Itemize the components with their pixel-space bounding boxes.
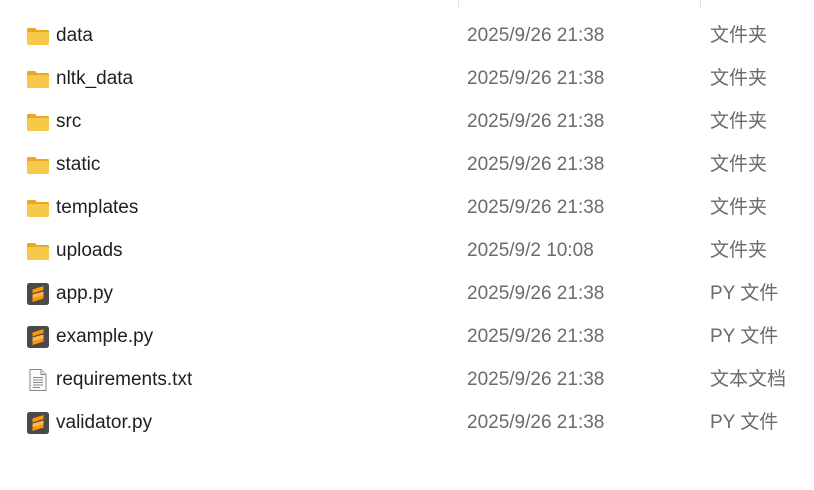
file-modified-date: 2025/9/26 21:38 — [467, 68, 605, 89]
column-divider[interactable] — [458, 0, 459, 8]
file-row[interactable]: nltk_data 2025/9/26 21:38 文件夹 — [0, 57, 814, 100]
file-row[interactable]: uploads 2025/9/2 10:08 文件夹 — [0, 229, 814, 272]
folder-icon — [26, 24, 50, 48]
file-row[interactable]: templates 2025/9/26 21:38 文件夹 — [0, 186, 814, 229]
file-name: data — [56, 25, 93, 46]
sublime-file-icon — [26, 325, 50, 349]
file-type: 文件夹 — [710, 197, 768, 218]
file-name: requirements.txt — [56, 369, 193, 390]
file-modified-date: 2025/9/26 21:38 — [467, 412, 605, 433]
file-name: templates — [56, 197, 139, 218]
file-modified-date: 2025/9/26 21:38 — [467, 369, 605, 390]
text-file-icon — [26, 368, 50, 392]
file-type: 文件夹 — [710, 68, 768, 89]
folder-icon — [26, 196, 50, 220]
file-type: 文件夹 — [710, 111, 768, 132]
file-modified-date: 2025/9/26 21:38 — [467, 154, 605, 175]
file-type: PY 文件 — [710, 326, 779, 347]
file-modified-date: 2025/9/26 21:38 — [467, 111, 605, 132]
file-name: uploads — [56, 240, 123, 261]
file-modified-date: 2025/9/2 10:08 — [467, 240, 594, 261]
folder-icon — [26, 67, 50, 91]
file-row[interactable]: validator.py 2025/9/26 21:38 PY 文件 — [0, 401, 814, 444]
file-row[interactable]: example.py 2025/9/26 21:38 PY 文件 — [0, 315, 814, 358]
file-row[interactable]: requirements.txt 2025/9/26 21:38 文本文档 — [0, 358, 814, 401]
file-name: example.py — [56, 326, 154, 347]
sublime-file-icon — [26, 411, 50, 435]
file-type: 文件夹 — [710, 240, 768, 261]
file-name: validator.py — [56, 412, 153, 433]
file-name: nltk_data — [56, 68, 134, 89]
file-type: PY 文件 — [710, 283, 779, 304]
file-name: src — [56, 111, 82, 132]
file-type: 文件夹 — [710, 154, 768, 175]
file-row[interactable]: src 2025/9/26 21:38 文件夹 — [0, 100, 814, 143]
file-type: PY 文件 — [710, 412, 779, 433]
column-divider[interactable] — [700, 0, 701, 8]
file-type: 文本文档 — [710, 369, 787, 390]
sublime-file-icon — [26, 282, 50, 306]
folder-icon — [26, 239, 50, 263]
file-modified-date: 2025/9/26 21:38 — [467, 197, 605, 218]
folder-icon — [26, 110, 50, 134]
file-type: 文件夹 — [710, 25, 768, 46]
file-name: app.py — [56, 283, 114, 304]
file-row[interactable]: static 2025/9/26 21:38 文件夹 — [0, 143, 814, 186]
file-modified-date: 2025/9/26 21:38 — [467, 283, 605, 304]
file-modified-date: 2025/9/26 21:38 — [467, 25, 605, 46]
file-row[interactable]: data 2025/9/26 21:38 文件夹 — [0, 14, 814, 57]
file-name: static — [56, 154, 101, 175]
file-row[interactable]: app.py 2025/9/26 21:38 PY 文件 — [0, 272, 814, 315]
folder-icon — [26, 153, 50, 177]
file-list: data 2025/9/26 21:38 文件夹 nltk_data 2025/… — [0, 14, 814, 444]
file-modified-date: 2025/9/26 21:38 — [467, 326, 605, 347]
